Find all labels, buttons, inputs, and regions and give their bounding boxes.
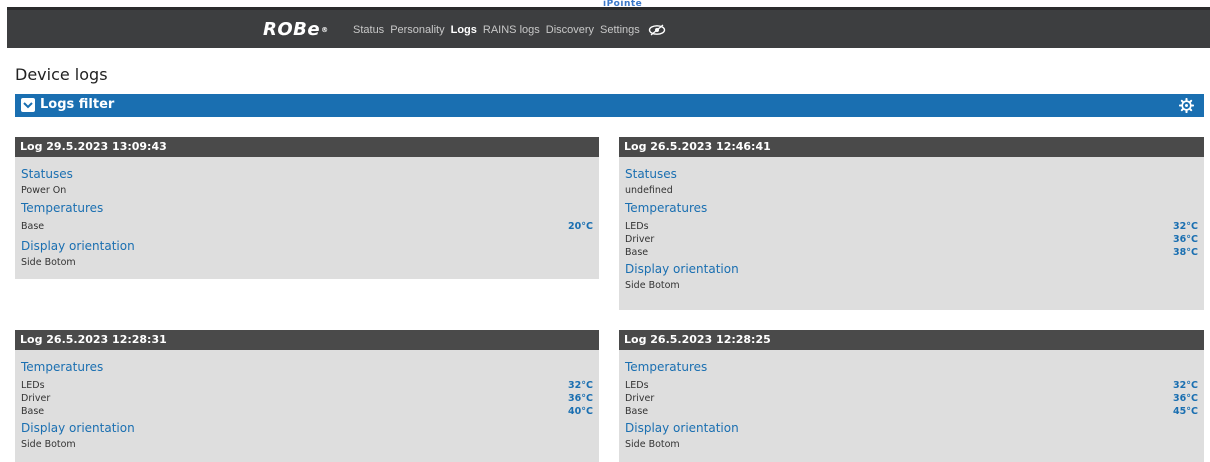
temp-value: 40°C: [568, 406, 593, 417]
temp-row: Driver 36°C: [625, 392, 1198, 405]
orientation-value: Side Botom: [625, 439, 680, 450]
display-orientation-heading: Display orientation: [625, 262, 739, 276]
logo-registered-mark: ®: [321, 26, 329, 34]
temp-value: 36°C: [1173, 234, 1198, 245]
temp-row: LEDs 32°C: [625, 379, 1198, 392]
temp-name: Driver: [625, 393, 655, 404]
temp-row: LEDs 32°C: [625, 220, 1198, 233]
temp-row: Base 20°C: [21, 220, 593, 233]
temp-row: Base 38°C: [625, 246, 1198, 259]
temperatures-heading: Temperatures: [21, 201, 104, 215]
orientation-value: Side Botom: [21, 439, 76, 450]
top-strip: [7, 8, 1210, 10]
temp-row: Driver 36°C: [21, 392, 593, 405]
nav-rains-logs[interactable]: RAINS logs: [483, 20, 540, 40]
log-title: Log 29.5.2023 13:09:43: [15, 137, 599, 157]
nav-discovery[interactable]: Discovery: [546, 20, 594, 40]
temp-value: 38°C: [1173, 247, 1198, 258]
display-orientation-heading: Display orientation: [21, 421, 135, 435]
temp-value: 32°C: [568, 380, 593, 391]
temp-name: Base: [625, 406, 649, 417]
main-nav: Status Personality Logs RAINS logs Disco…: [353, 20, 666, 40]
temp-value: 20°C: [568, 221, 593, 232]
log-card: Log 26.5.2023 12:28:31 Temperatures LEDs…: [15, 330, 599, 462]
nav-logs[interactable]: Logs: [451, 20, 477, 40]
expand-toggle[interactable]: [21, 98, 35, 112]
temperatures-heading: Temperatures: [625, 360, 708, 374]
log-card: Log 29.5.2023 13:09:43 Statuses Power On…: [15, 137, 599, 279]
temp-name: Base: [625, 247, 649, 258]
temp-name: Base: [21, 406, 45, 417]
temp-name: LEDs: [625, 380, 649, 391]
temp-value: 32°C: [1173, 221, 1198, 232]
temp-row: LEDs 32°C: [21, 379, 593, 392]
nav-status[interactable]: Status: [353, 20, 384, 40]
temp-row: Base 40°C: [21, 405, 593, 418]
statuses-heading: Statuses: [625, 167, 677, 181]
nav-personality[interactable]: Personality: [390, 20, 444, 40]
temperatures-heading: Temperatures: [625, 201, 708, 215]
temp-value: 45°C: [1173, 406, 1198, 417]
eye-icon[interactable]: [648, 24, 666, 36]
product-name: iPointe: [603, 0, 643, 8]
temp-name: LEDs: [21, 380, 45, 391]
log-title: Log 26.5.2023 12:28:25: [619, 330, 1204, 350]
top-nav-bar: iPointe ROBe® Status Personality Logs RA…: [7, 0, 1210, 48]
log-title: Log 26.5.2023 12:46:41: [619, 137, 1204, 157]
temp-name: LEDs: [625, 221, 649, 232]
orientation-value: Side Botom: [625, 280, 680, 291]
robe-logo[interactable]: ROBe®: [263, 20, 329, 40]
status-value: undefined: [625, 185, 673, 196]
gear-icon[interactable]: [1179, 98, 1194, 113]
display-orientation-heading: Display orientation: [21, 239, 135, 253]
log-title: Log 26.5.2023 12:28:31: [15, 330, 599, 350]
temp-name: Driver: [21, 393, 51, 404]
temp-row: Driver 36°C: [625, 233, 1198, 246]
logs-filter-label: Logs filter: [40, 97, 115, 112]
temp-name: Driver: [625, 234, 655, 245]
orientation-value: Side Botom: [21, 257, 76, 268]
display-orientation-heading: Display orientation: [625, 421, 739, 435]
log-card: Log 26.5.2023 12:46:41 Statuses undefine…: [619, 137, 1204, 310]
log-card: Log 26.5.2023 12:28:25 Temperatures LEDs…: [619, 330, 1204, 462]
status-value: Power On: [21, 185, 67, 196]
nav-settings[interactable]: Settings: [600, 20, 640, 40]
temp-name: Base: [21, 221, 45, 232]
logo-text: ROBe: [263, 19, 321, 40]
statuses-heading: Statuses: [21, 167, 73, 181]
temp-value: 36°C: [1173, 393, 1198, 404]
page-title: Device logs: [15, 65, 108, 84]
temp-value: 36°C: [568, 393, 593, 404]
temp-row: Base 45°C: [625, 405, 1198, 418]
chevron-down-icon: [23, 102, 33, 109]
temperatures-heading: Temperatures: [21, 360, 104, 374]
temp-value: 32°C: [1173, 380, 1198, 391]
logs-filter-bar[interactable]: Logs filter: [15, 94, 1204, 117]
